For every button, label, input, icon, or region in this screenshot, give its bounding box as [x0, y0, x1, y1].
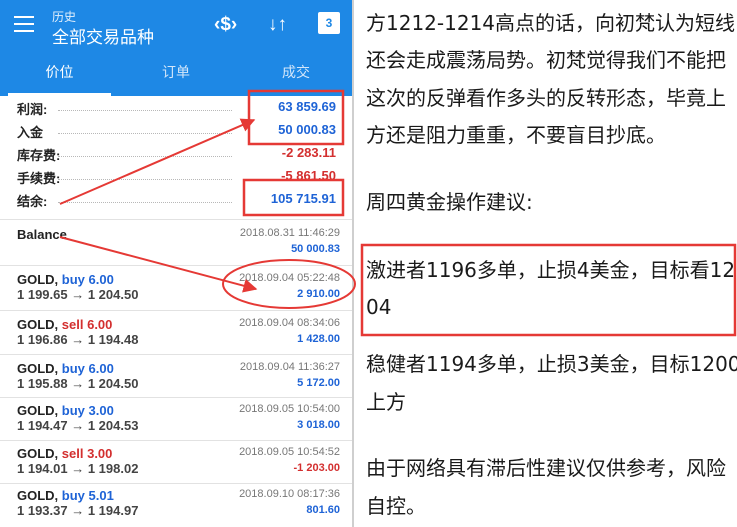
sort-icon[interactable]: ↓↑ [268, 14, 287, 36]
deal-row[interactable]: GOLD, sell 3.00 1 194.01 → 1 198.02 2018… [0, 440, 352, 484]
deal-symbol: GOLD, [17, 488, 59, 503]
summary-label: 结余: [17, 194, 48, 209]
summary-row: 结余: 105 715.91 [0, 189, 352, 211]
deal-time: 2018.08.31 11:46:29 [239, 227, 340, 239]
summary-label: 库存费: [17, 148, 61, 163]
deal-prices: 1 194.47 → 1 204.53 [17, 418, 139, 433]
deal-title: GOLD, buy 3.00 [17, 403, 114, 418]
summary-row: 库存费: -2 283.11 [0, 143, 352, 165]
deal-side: sell 6.00 [61, 317, 113, 332]
calendar-icon[interactable]: 3 [318, 12, 340, 34]
tab-deals[interactable]: 成交 [240, 56, 352, 96]
deal-title: GOLD, sell 6.00 [17, 317, 112, 332]
dotted-leader [58, 179, 232, 180]
balance-row[interactable]: Balance 2018.08.31 11:46:29 50 000.83 [0, 221, 352, 265]
deal-prices: 1 193.37 → 1 194.97 [17, 503, 139, 518]
dotted-leader [58, 110, 232, 111]
article-line: 上方 [366, 390, 406, 414]
dotted-leader [58, 133, 232, 134]
deal-title: GOLD, buy 6.00 [17, 361, 114, 376]
active-tab-indicator [8, 93, 111, 96]
deal-symbol: GOLD, [17, 403, 59, 418]
article-line: 由于网络具有滞后性建议仅供参考，风险 [366, 456, 726, 480]
article-line: 方还是阻力重重，不要盲目抄底。 [366, 123, 666, 147]
deal-time: 2018.09.05 10:54:52 [239, 446, 340, 458]
deal-side: buy 5.01 [61, 488, 114, 503]
summary-value: 63 859.69 [278, 99, 336, 114]
deal-prices: 1 196.86 → 1 194.48 [17, 332, 139, 347]
tab-positions[interactable]: 价位 [8, 56, 111, 96]
deal-row[interactable]: GOLD, buy 3.00 1 194.47 → 1 204.53 2018.… [0, 397, 352, 441]
summary-label: 利润: [17, 102, 48, 117]
deal-row[interactable]: GOLD, buy 6.00 1 199.65 → 1 204.50 2018.… [0, 266, 352, 310]
deal-profit: -1 203.00 [293, 462, 340, 474]
deal-side: sell 3.00 [61, 446, 113, 461]
deal-row[interactable]: GOLD, sell 6.00 1 196.86 → 1 194.48 2018… [0, 311, 352, 355]
article-line: 还会走成震荡局势。初梵觉得我们不能把 [366, 48, 726, 72]
trade-history-screen: 历史 全部交易品种 ‹$› ↓↑ 3 价位 订单 成交 利润: 63 859.6… [0, 0, 352, 527]
deal-profit: 1 428.00 [297, 333, 340, 345]
deal-title: GOLD, buy 6.00 [17, 272, 114, 287]
dotted-leader [58, 202, 232, 203]
currency-exchange-icon[interactable]: ‹$› [214, 14, 237, 36]
balance-label: Balance [17, 227, 67, 242]
deal-symbol: GOLD, [17, 446, 59, 461]
deal-side: buy 3.00 [61, 403, 114, 418]
deal-time: 2018.09.04 11:36:27 [239, 361, 340, 373]
article-text-panel: 方1212-1214高点的话，向初梵认为短线 还会走成震荡局势。初梵觉得我们不能… [354, 0, 737, 527]
deal-symbol: GOLD, [17, 317, 59, 332]
article-line: 方1212-1214高点的话，向初梵认为短线 [366, 11, 736, 35]
summary-value: 50 000.83 [278, 122, 336, 137]
summary-row: 入金 50 000.83 [0, 120, 352, 142]
summary-value: 105 715.91 [270, 191, 336, 206]
deal-symbol: GOLD, [17, 361, 59, 376]
deal-title: GOLD, buy 5.01 [17, 488, 114, 503]
deal-symbol: GOLD, [17, 272, 59, 287]
summary-label: 入金 [17, 125, 44, 140]
title-symbol-filter[interactable]: 全部交易品种 [52, 23, 154, 48]
deal-time: 2018.09.04 05:22:48 [239, 272, 340, 284]
summary-value: -5 861.50 [281, 168, 336, 183]
menu-icon[interactable] [14, 16, 34, 32]
deal-prices: 1 199.65 → 1 204.50 [17, 287, 139, 302]
deal-time: 2018.09.10 08:17:36 [239, 488, 340, 500]
article-line: 这次的反弹看作多头的反转形态，毕竟上 [366, 86, 726, 110]
summary-value: -2 283.11 [281, 145, 336, 160]
deal-title: GOLD, sell 3.00 [17, 446, 112, 461]
article-line: 自控。 [366, 494, 426, 518]
divider [0, 219, 352, 220]
deal-prices: 1 194.01 → 1 198.02 [17, 461, 139, 476]
summary-label: 手续费: [17, 171, 61, 186]
deal-amount: 50 000.83 [291, 243, 340, 255]
deal-side: buy 6.00 [61, 272, 114, 287]
deal-row[interactable]: GOLD, buy 6.00 1 195.88 → 1 204.50 2018.… [0, 355, 352, 399]
article-line: 04 [366, 295, 392, 319]
summary-row: 利润: 63 859.69 [0, 97, 352, 119]
deal-row[interactable]: GOLD, buy 5.01 1 193.37 → 1 194.97 2018.… [0, 482, 352, 526]
deal-time: 2018.09.04 08:34:06 [239, 317, 340, 329]
tab-bar: 价位 订单 成交 [0, 56, 352, 96]
deal-profit: 3 018.00 [297, 419, 340, 431]
deal-profit: 801.60 [306, 504, 340, 516]
deal-side: buy 6.00 [61, 361, 114, 376]
article-heading: 周四黄金操作建议: [366, 190, 533, 214]
deal-prices: 1 195.88 → 1 204.50 [17, 376, 139, 391]
article-line: 稳健者1194多单，止损3美金，目标1200 [366, 352, 737, 376]
deal-time: 2018.09.05 10:54:00 [239, 403, 340, 415]
deal-profit: 5 172.00 [297, 377, 340, 389]
summary-row: 手续费: -5 861.50 [0, 166, 352, 188]
app-bar: 历史 全部交易品种 ‹$› ↓↑ 3 价位 订单 成交 [0, 0, 352, 96]
deal-profit: 2 910.00 [297, 288, 340, 300]
dotted-leader [58, 156, 232, 157]
article-line: 激进者1196多单，止损4美金，目标看12 [366, 258, 736, 282]
tab-orders[interactable]: 订单 [120, 56, 232, 96]
